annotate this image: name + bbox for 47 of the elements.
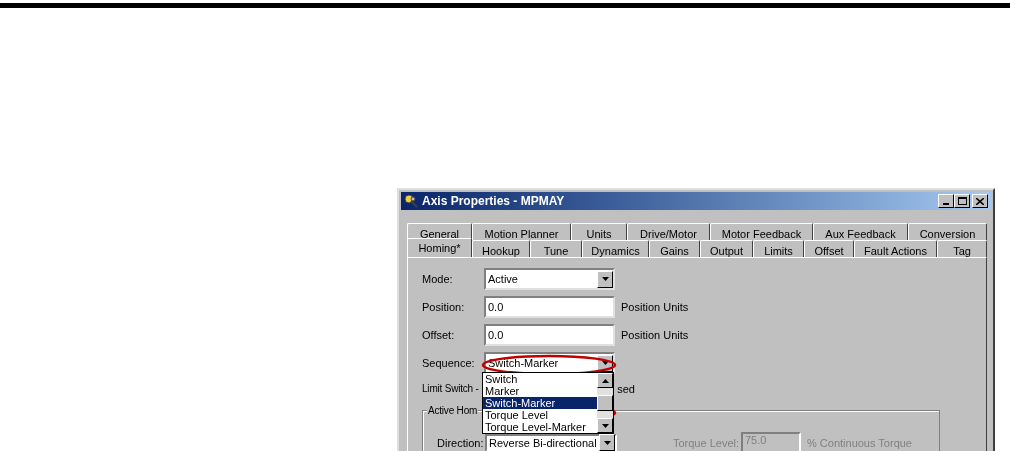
maximize-button[interactable] <box>954 194 970 208</box>
field-label: Position: <box>422 299 466 315</box>
dropdown-arrow-button[interactable] <box>597 270 613 288</box>
caret-icon <box>601 378 609 383</box>
combo-box[interactable]: Active <box>484 268 615 290</box>
tab[interactable]: Fault Actions <box>854 240 937 257</box>
caret-icon <box>601 423 609 428</box>
list-item[interactable]: Marker <box>483 385 597 397</box>
tab[interactable]: Aux Feedback <box>813 223 908 240</box>
torque-level-label: Torque Level: <box>671 436 739 449</box>
caret-icon <box>601 361 609 365</box>
tab[interactable]: Gains <box>649 240 700 257</box>
close-icon <box>976 197 984 205</box>
tab[interactable]: Tune <box>530 240 582 257</box>
tab[interactable]: Tag <box>937 240 987 257</box>
limit-switch-state: sed <box>617 381 635 397</box>
caret-icon <box>601 277 609 281</box>
caret-icon <box>603 440 611 445</box>
units-label: Position Units <box>621 327 689 343</box>
scroll-up-button[interactable] <box>597 373 613 388</box>
tab[interactable]: Offset <box>804 240 854 257</box>
field-label: Offset: <box>422 327 456 343</box>
tab[interactable]: Output <box>700 240 753 257</box>
close-button[interactable] <box>972 194 988 208</box>
limit-switch-label: Limit Switch - <box>422 381 479 396</box>
list-item[interactable]: Torque Level-Marker <box>483 421 597 433</box>
tab[interactable]: Dynamics <box>582 240 649 257</box>
tab[interactable]: Drive/Motor <box>627 223 710 240</box>
tab[interactable]: Units <box>571 223 627 240</box>
torque-units-label: % Continuous Torque <box>807 436 912 449</box>
input-field[interactable]: 0.0 <box>484 296 615 318</box>
tab[interactable]: Motion Planner <box>472 223 571 240</box>
tab[interactable]: Hookup <box>472 240 530 257</box>
window-title: Axis Properties - MPMAY <box>422 193 565 210</box>
units-label: Position Units <box>621 299 689 315</box>
field-label: Mode: <box>422 271 454 287</box>
minimize-button[interactable] <box>938 194 954 208</box>
tab[interactable]: Limits <box>753 240 804 257</box>
tab[interactable]: Homing* <box>407 238 472 257</box>
direction-label: Direction: <box>437 436 485 449</box>
field-label: Sequence: <box>422 355 476 371</box>
input-field[interactable]: 0.0 <box>484 324 615 346</box>
axis-icon <box>404 194 418 208</box>
tab[interactable]: Motor Feedback <box>710 223 813 240</box>
tab[interactable]: Conversion <box>908 223 987 240</box>
dropdown-arrow-button[interactable] <box>599 434 615 451</box>
list-item[interactable]: Switch <box>483 373 597 385</box>
